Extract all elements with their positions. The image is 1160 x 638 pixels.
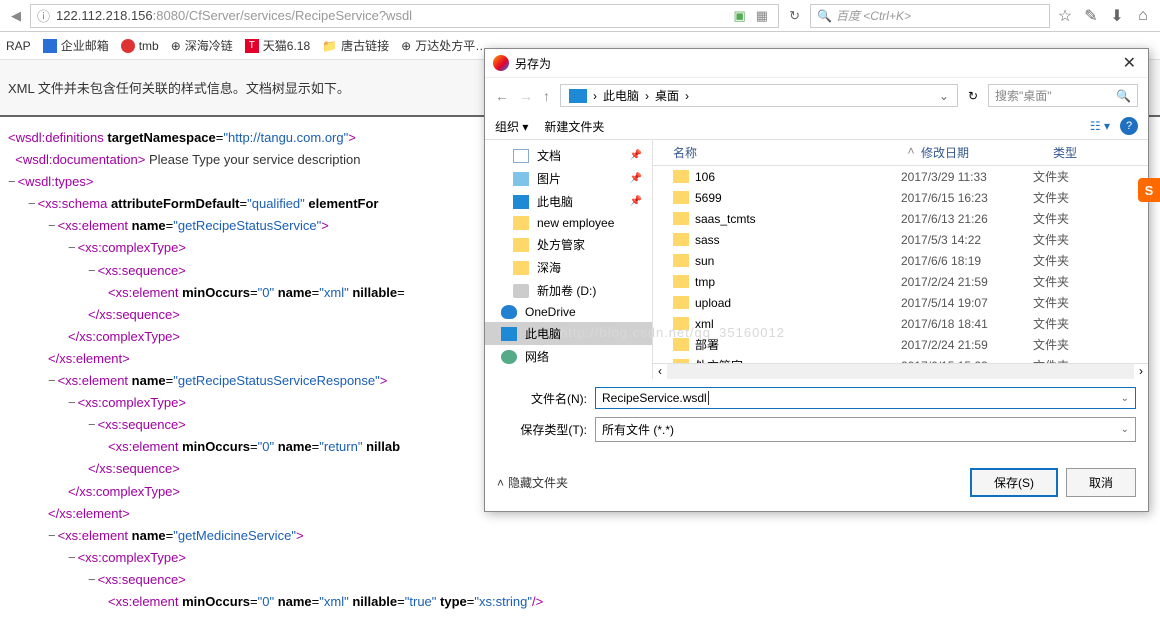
bookmark-item[interactable]: 📁唐古链接: [322, 37, 389, 54]
doc-icon: [513, 149, 529, 163]
file-row[interactable]: xml2017/6/18 18:41文件夹: [653, 313, 1148, 334]
file-row[interactable]: saas_tcmts2017/6/13 21:26文件夹: [653, 208, 1148, 229]
file-row[interactable]: 部署2017/2/24 21:59文件夹: [653, 334, 1148, 355]
chevron-down-icon[interactable]: ⌄: [1121, 393, 1129, 404]
search-icon: 🔍: [1116, 89, 1131, 103]
cloud-icon: [501, 305, 517, 319]
pc-icon: [513, 195, 529, 209]
chevron-down-icon[interactable]: ⌄: [1121, 424, 1129, 435]
folder-icon: [673, 170, 689, 183]
bookmark-item[interactable]: 企业邮箱: [43, 37, 109, 54]
firefox-icon: [493, 55, 509, 71]
folder-icon: [673, 254, 689, 267]
dialog-close[interactable]: ✕: [1119, 53, 1140, 73]
organize-menu[interactable]: 组织 ▾: [495, 118, 528, 135]
side-badge[interactable]: S: [1138, 178, 1160, 202]
bookmark-item[interactable]: ⊕万达处方平…: [401, 37, 487, 54]
path-bar[interactable]: › 此电脑 › 桌面 › ⌄: [560, 84, 958, 107]
filename-input[interactable]: RecipeService.wsdl ⌄: [595, 387, 1136, 409]
view-button[interactable]: ☷ ▾: [1090, 119, 1110, 133]
hide-folders-toggle[interactable]: ˄ 隐藏文件夹: [497, 474, 568, 491]
info-icon: ⓘ: [37, 6, 50, 25]
sidebar-item[interactable]: 图片📌: [485, 167, 652, 190]
dialog-title: 另存为: [515, 55, 551, 72]
savetype-select[interactable]: 所有文件 (*.*) ⌄: [595, 417, 1136, 442]
disk-icon: [513, 284, 529, 298]
folder-icon: [673, 212, 689, 225]
home-icon[interactable]: ⌂: [1132, 7, 1154, 25]
bookmark-item[interactable]: RAP: [6, 39, 31, 53]
pin-icon: 📌: [630, 196, 642, 207]
folder-icon: [673, 233, 689, 246]
bookmark-item[interactable]: T天猫6.18: [245, 37, 310, 54]
chevron-up-icon: ˄: [497, 476, 504, 490]
sidebar-item[interactable]: OneDrive: [485, 302, 652, 322]
pc-icon: [501, 327, 517, 341]
folder-icon: [513, 216, 529, 230]
file-row[interactable]: 处方管家2017/6/15 15:23文件夹: [653, 355, 1148, 363]
img-icon: [513, 172, 529, 186]
star-icon[interactable]: ☆: [1054, 6, 1076, 26]
bookmark-item[interactable]: ⊕深海冷链: [171, 37, 233, 54]
download-icon[interactable]: ⬇: [1106, 6, 1128, 26]
folder-icon: [513, 238, 529, 252]
sidebar-item[interactable]: 深海: [485, 256, 652, 279]
new-folder-button[interactable]: 新建文件夹: [544, 118, 604, 135]
sidebar-item[interactable]: 此电脑📌: [485, 190, 652, 213]
dash-icon[interactable]: ▦: [756, 8, 768, 24]
url-port: :8080: [153, 8, 186, 23]
file-row[interactable]: tmp2017/2/24 21:59文件夹: [653, 271, 1148, 292]
nav-back-arrow[interactable]: ←: [495, 88, 509, 104]
file-row[interactable]: sass2017/5/3 14:22文件夹: [653, 229, 1148, 250]
folder-icon: [673, 191, 689, 204]
pin-icon: 📌: [630, 173, 642, 184]
filename-label: 文件名(N):: [497, 390, 587, 407]
net-icon: [501, 350, 517, 364]
pin-icon: 📌: [630, 150, 642, 161]
folder-icon: [673, 338, 689, 351]
browser-search[interactable]: 🔍 百度 <Ctrl+K>: [810, 4, 1050, 28]
help-button[interactable]: ?: [1120, 117, 1138, 135]
search-icon: 🔍: [817, 9, 832, 23]
dialog-search[interactable]: 搜索"桌面" 🔍: [988, 84, 1138, 107]
library-icon[interactable]: ✎: [1080, 6, 1102, 26]
shield-icon[interactable]: ▣: [734, 8, 746, 24]
sidebar-item[interactable]: 此电脑: [485, 322, 652, 345]
cancel-button[interactable]: 取消: [1066, 468, 1136, 497]
nav-back[interactable]: ◀: [6, 6, 26, 26]
file-header[interactable]: 名称 ˄ 修改日期 类型: [653, 140, 1148, 166]
sidebar-item[interactable]: 处方管家: [485, 233, 652, 256]
sidebar-item[interactable]: 文档📌: [485, 144, 652, 167]
file-row[interactable]: sun2017/6/6 18:19文件夹: [653, 250, 1148, 271]
sidebar-item[interactable]: 新加卷 (D:): [485, 279, 652, 302]
folder-icon: [513, 261, 529, 275]
bookmark-item[interactable]: tmb: [121, 39, 159, 53]
folder-icon: [673, 275, 689, 288]
file-row[interactable]: 1062017/3/29 11:33文件夹: [653, 166, 1148, 187]
search-placeholder: 百度 <Ctrl+K>: [836, 7, 911, 24]
url-bar[interactable]: ⓘ 122.112.218.156:8080/CfServer/services…: [30, 4, 779, 28]
reload-button[interactable]: ↻: [789, 8, 800, 24]
pc-icon: [569, 89, 587, 103]
sidebar-item[interactable]: 网络: [485, 345, 652, 368]
nav-up-arrow[interactable]: ↑: [543, 88, 550, 104]
file-row[interactable]: upload2017/5/14 19:07文件夹: [653, 292, 1148, 313]
refresh-icon[interactable]: ↻: [968, 89, 978, 103]
folder-icon: [673, 317, 689, 330]
save-button[interactable]: 保存(S): [970, 468, 1058, 497]
savetype-label: 保存类型(T):: [497, 421, 587, 438]
save-as-dialog: 另存为 ✕ ← → ↑ › 此电脑 › 桌面 › ⌄ ↻ 搜索"桌面" 🔍 组织…: [484, 48, 1149, 512]
file-list[interactable]: 1062017/3/29 11:33文件夹56992017/6/15 16:23…: [653, 166, 1148, 363]
file-row[interactable]: 56992017/6/15 16:23文件夹: [653, 187, 1148, 208]
url-path: /CfServer/services/RecipeService?wsdl: [185, 8, 412, 23]
url-host: 122.112.218.156: [56, 8, 153, 23]
sidebar-item[interactable]: new employee: [485, 213, 652, 233]
nav-fwd-arrow[interactable]: →: [519, 88, 533, 104]
folder-icon: [673, 296, 689, 309]
location-sidebar: 文档📌图片📌此电脑📌new employee处方管家深海新加卷 (D:)OneD…: [485, 140, 653, 379]
